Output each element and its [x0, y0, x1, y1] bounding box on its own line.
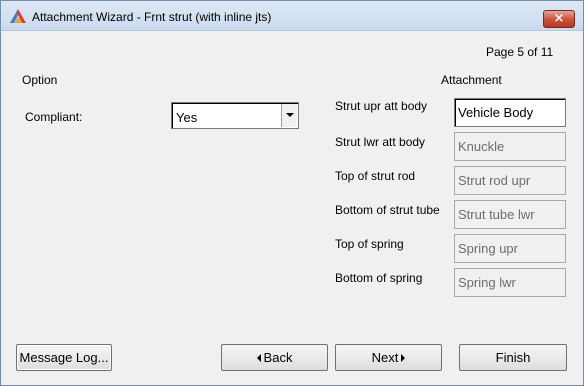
top-of-strut-rod-field[interactable]: Strut rod upr [454, 166, 566, 195]
bottom-of-spring-field[interactable]: Spring lwr [454, 268, 566, 297]
compliant-value: Yes [176, 110, 198, 125]
message-log-button[interactable]: Message Log... [16, 344, 112, 371]
option-header: Option [22, 73, 58, 87]
strut-lwr-att-body-field[interactable]: Knuckle [454, 132, 566, 161]
wizard-body: Page 5 of 11 Option Attachment Compliant… [9, 32, 575, 379]
close-button[interactable]: × [543, 10, 575, 28]
attachment-wizard-window: Attachment Wizard - Frnt strut (with inl… [0, 0, 584, 386]
bottom-of-spring-label: Bottom of spring [335, 271, 423, 285]
next-label: Next [371, 350, 399, 365]
window-title: Attachment Wizard - Frnt strut (with inl… [32, 10, 272, 24]
chevron-right-icon [401, 353, 406, 362]
finish-button[interactable]: Finish [459, 344, 567, 371]
top-of-strut-rod-label: Top of strut rod [335, 169, 416, 183]
compliant-select[interactable]: Yes [171, 102, 299, 129]
back-label: Back [263, 350, 293, 365]
strut-lwr-att-body-label: Strut lwr att body [335, 135, 426, 149]
strut-upr-att-body-label: Strut upr att body [335, 99, 428, 113]
next-button[interactable]: Next [335, 344, 442, 371]
chevron-left-icon [256, 353, 261, 362]
strut-upr-att-body-field[interactable]: Vehicle Body [454, 98, 566, 127]
back-button[interactable]: Back [221, 344, 328, 371]
page-indicator: Page 5 of 11 [486, 45, 554, 59]
top-of-spring-field[interactable]: Spring upr [454, 234, 566, 263]
top-of-spring-label: Top of spring [335, 237, 404, 251]
app-logo-icon [10, 9, 26, 23]
attachment-header: Attachment [441, 73, 502, 87]
close-icon: × [553, 11, 565, 26]
bottom-of-strut-tube-label: Bottom of strut tube [335, 203, 440, 217]
title-bar[interactable]: Attachment Wizard - Frnt strut (with inl… [1, 1, 583, 31]
compliant-label: Compliant: [25, 110, 83, 124]
bottom-of-strut-tube-field[interactable]: Strut tube lwr [454, 200, 566, 229]
chevron-down-icon[interactable] [281, 104, 297, 127]
